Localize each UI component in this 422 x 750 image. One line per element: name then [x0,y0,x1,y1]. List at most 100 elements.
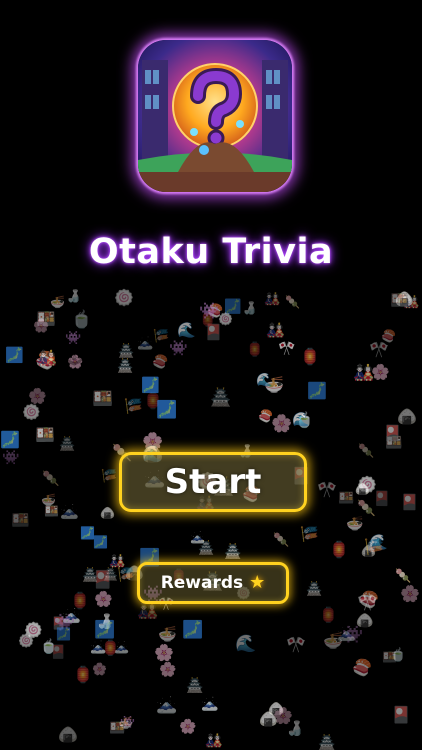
background-sticker: 🌸 [142,432,164,452]
background-sticker: 🏯 [103,567,118,581]
background-sticker: 🎴 [51,616,66,630]
background-sticker: 🗻 [137,336,154,351]
background-sticker: 🍣 [258,409,273,423]
background-sticker: 🗻 [156,695,178,715]
background-sticker: 🗾 [94,620,116,640]
background-sticker: 🏮 [329,540,349,559]
background-sticker: 🏮 [319,606,338,624]
background-sticker: 🎴 [50,645,67,660]
background-sticker: 🏯 [118,344,135,359]
background-sticker: 🍣 [35,351,57,371]
background-sticker: 🎌 [317,480,337,499]
background-sticker: 🏮 [70,591,90,610]
background-sticker: 🌸 [28,387,47,405]
background-sticker: 🎏 [117,567,135,583]
background-sticker: 🍙 [355,482,370,496]
background-sticker: 🎴 [373,491,391,507]
background-sticker: 🕹 [64,348,85,367]
background-sticker: 🏮 [73,665,93,684]
background-sticker: 🍡 [42,471,60,487]
background-sticker: 🍱 [92,389,114,409]
app-logo-icon [138,40,292,192]
background-sticker: 🍱 [390,291,409,309]
background-sticker: 🍱 [35,425,55,444]
background-sticker: 🗾 [93,535,108,549]
background-sticker: 🏯 [186,678,204,694]
background-sticker: 🌊 [292,412,310,428]
background-sticker: 👾 [120,715,135,729]
background-sticker: 🌊 [235,634,257,654]
background-sticker: 👾 [54,613,76,633]
background-sticker: 🏮 [199,312,217,328]
background-sticker: 🍣 [207,304,224,319]
background-sticker: 🍙 [259,710,278,728]
background-sticker: 🗾 [0,430,20,449]
background-sticker: 🌸 [33,319,50,334]
background-sticker: 🍙 [58,725,78,744]
background-sticker: 🍙 [268,702,285,717]
background-sticker: 🏮 [300,347,320,366]
background-sticker: 🏯 [59,437,76,452]
background-sticker: 🗾 [80,526,95,540]
background-sticker: 🍥 [218,312,233,326]
background-sticker: 🏯 [224,544,242,560]
background-sticker: 🍱 [11,511,30,529]
background-sticker: 🏯 [82,568,99,583]
background-sticker: 🍥 [22,403,41,421]
background-sticker: 🌸 [400,584,420,603]
background-sticker: 🗾 [141,376,160,394]
background-sticker: 🕹 [376,303,398,323]
background-sticker: 🌸 [371,363,390,381]
rewards-button[interactable]: Rewards ★ [137,562,289,604]
background-sticker: 🗻 [201,696,219,712]
background-sticker: 🎎 [137,601,159,621]
background-sticker: 🌸 [271,414,293,434]
background-sticker: 🗾 [182,620,204,640]
background-sticker: 🍙 [356,613,374,629]
background-sticker: 🍶 [96,614,114,630]
background-sticker: 🍵 [40,639,58,655]
background-sticker: 🗻 [90,640,107,655]
start-button[interactable]: Start [119,452,307,512]
background-sticker: 🍱 [385,435,403,451]
background-sticker: 🗻 [60,502,79,520]
background-sticker: 🍡 [358,444,375,459]
background-sticker: 🕹 [343,688,364,707]
background-sticker: 🎎 [266,321,285,339]
background-sticker: 🎴 [92,570,114,590]
background-sticker: 🌸 [179,719,197,735]
background-sticker: 🍙 [397,407,417,426]
background-sticker: 🎎 [264,292,281,307]
background-sticker: 🍣 [152,355,169,370]
background-sticker: 🗻 [190,530,205,544]
background-sticker: 🎌 [278,341,296,357]
background-sticker: 🌸 [159,662,177,678]
background-sticker: 🏮 [246,342,264,358]
background-sticker: 🏮 [101,639,120,657]
background-sticker: 🎌 [286,635,306,654]
background-sticker: 🕹 [166,429,184,445]
background-sticker: 🎎 [109,554,126,569]
background-sticker: 🍶 [286,721,304,737]
background-sticker: 🍱 [109,721,126,736]
start-button-label: Start [164,462,262,502]
background-sticker: 🍵 [71,310,93,330]
background-sticker: 🍱 [382,650,397,664]
background-sticker: 🍥 [114,288,134,307]
background-sticker: 🍶 [66,289,81,303]
background-sticker: 🍜 [41,493,56,507]
background-sticker: 👾 [2,450,20,466]
background-sticker: 🎎 [205,733,223,749]
background-sticker: 🌸 [273,706,293,725]
background-sticker: 🕹 [8,529,30,549]
background-sticker: 🍵 [390,648,407,663]
background-sticker: 👾 [342,625,364,645]
background-sticker: 🌊 [177,321,196,339]
background-sticker: 🍙 [100,506,115,520]
background-sticker: 🗾 [5,346,24,364]
background-sticker: 🎌 [369,340,389,359]
background-sticker: 🏯 [198,541,215,556]
background-sticker: 👾 [65,331,82,346]
background-sticker: 🍱 [36,309,56,328]
background-sticker: 🗾 [307,381,327,400]
